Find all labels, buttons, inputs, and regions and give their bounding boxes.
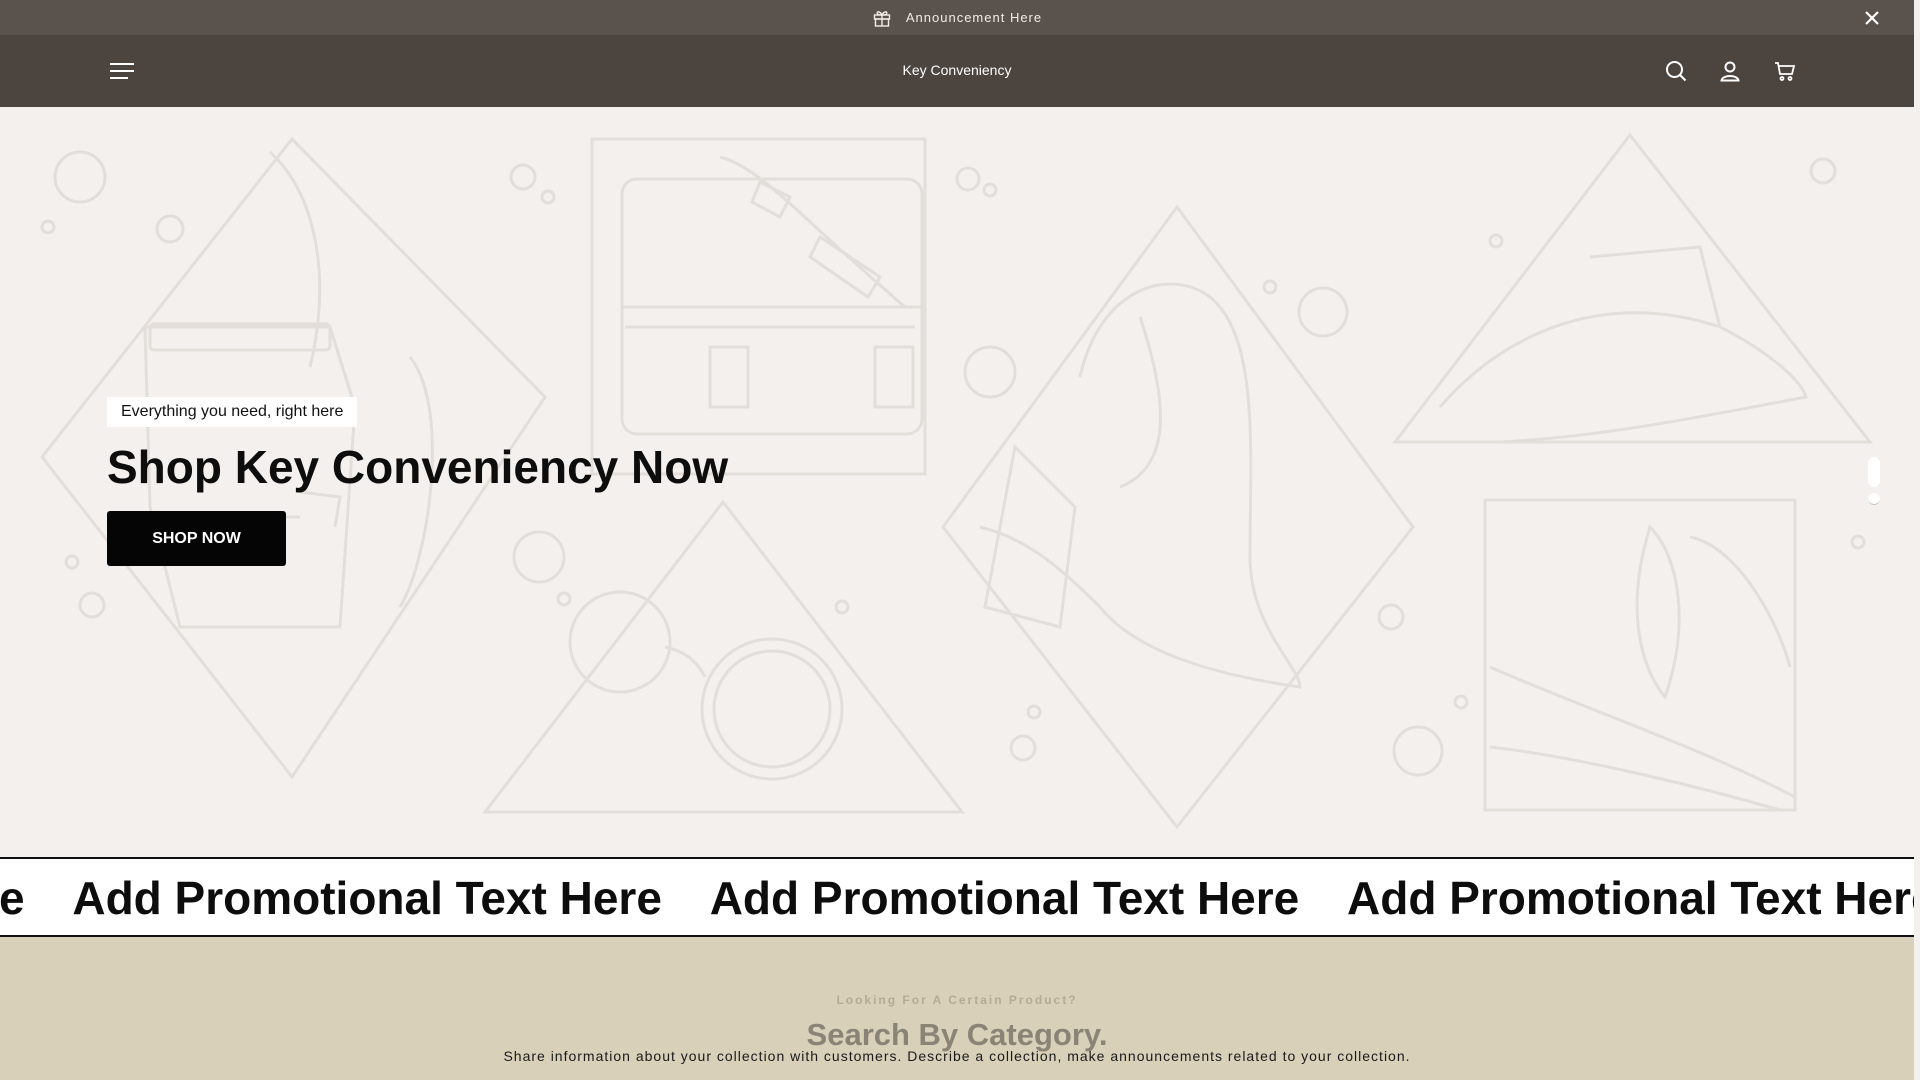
search-icon[interactable] (1662, 57, 1690, 85)
announcement-text: Announcement Here (905, 10, 1043, 25)
hero-banner: Everything you need, right here Shop Key… (0, 107, 1914, 857)
slide-dot-1[interactable] (1868, 457, 1880, 487)
category-eyebrow: Looking For A Certain Product? (836, 993, 1078, 1007)
shop-now-button[interactable]: SHOP NOW (107, 511, 286, 566)
cart-icon[interactable] (1771, 57, 1799, 85)
category-section: Looking For A Certain Product? Search By… (0, 937, 1914, 1080)
marquee-item: Add Promotional Text Here (709, 872, 1300, 924)
promo-marquee: Add Promotional Text Here Add Promotiona… (0, 857, 1914, 937)
hero-subtitle: Everything you need, right here (107, 397, 358, 427)
hero-title: Shop Key Conveniency Now (107, 441, 729, 493)
slide-indicators (1868, 457, 1880, 511)
marquee-item: Add Promotional Text Here (1347, 872, 1914, 924)
category-description: Share information about your collection … (503, 1048, 1411, 1064)
marquee-item: Add Promotional Text Here (0, 872, 25, 924)
announcement-bar: Announcement Here (0, 0, 1914, 35)
gift-icon (872, 8, 892, 28)
brand-name[interactable]: Key Conveniency (0, 62, 1914, 78)
slide-dot-2[interactable] (1868, 493, 1880, 505)
close-icon[interactable] (1862, 8, 1882, 28)
user-icon[interactable] (1716, 57, 1744, 85)
marquee-item: Add Promotional Text Here (72, 872, 662, 924)
marquee-track: Add Promotional Text Here Add Promotiona… (0, 871, 1914, 925)
site-header: Key Conveniency (0, 35, 1914, 107)
